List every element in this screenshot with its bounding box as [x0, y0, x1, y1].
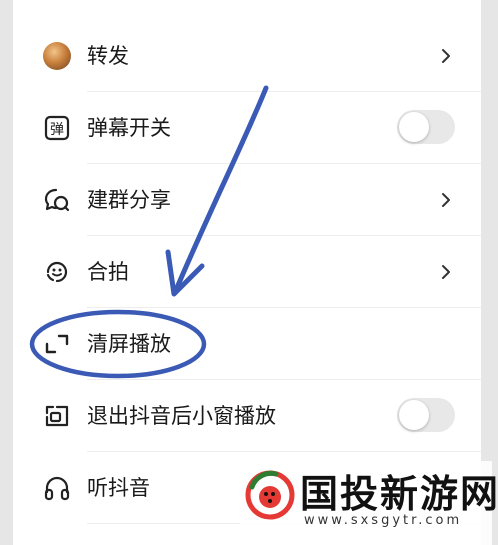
menu-item-duet[interactable]: 合拍 [13, 236, 481, 308]
group-chat-icon [44, 188, 70, 212]
svg-text:弹: 弹 [50, 122, 64, 138]
danmaku-icon: 弹 [44, 115, 70, 141]
watermark: 国投新游网 www.sxsgytr.com [240, 461, 498, 545]
menu-item-label: 建群分享 [87, 188, 171, 212]
clear-screen-icon [45, 334, 69, 354]
watermark-url: www.sxsgytr.com [304, 513, 463, 528]
menu-item-label: 清屏播放 [87, 332, 171, 356]
user-avatar [43, 42, 71, 70]
chevron-right-icon [442, 193, 450, 207]
duet-icon [46, 261, 68, 283]
watermark-title: 国投新游网 [300, 472, 498, 516]
menu-item-label: 合拍 [87, 260, 129, 284]
toggle-knob [399, 400, 429, 430]
menu-item-group-share[interactable]: 建群分享 [13, 164, 481, 236]
menu-item-label: 听抖音 [87, 476, 150, 500]
chevron-right-icon [442, 265, 450, 279]
mini-window-icon [45, 405, 69, 427]
headphones-icon [44, 476, 70, 501]
menu-item-clear-screen[interactable]: 清屏播放 [13, 308, 481, 380]
mini-window-toggle[interactable] [397, 398, 455, 432]
menu-item-label: 弹幕开关 [87, 116, 171, 140]
menu-item-label: 转发 [87, 44, 129, 68]
toggle-knob [399, 112, 429, 142]
menu-item-label: 退出抖音后小窗播放 [87, 404, 276, 428]
danmaku-toggle[interactable] [397, 110, 455, 144]
menu-item-mini-window[interactable]: 退出抖音后小窗播放 [13, 380, 481, 452]
menu-item-forward[interactable]: 转发 [13, 20, 481, 92]
watermark-logo-icon [245, 470, 295, 520]
menu-item-danmaku[interactable]: 弹 弹幕开关 [13, 92, 481, 164]
chevron-right-icon [442, 49, 450, 63]
